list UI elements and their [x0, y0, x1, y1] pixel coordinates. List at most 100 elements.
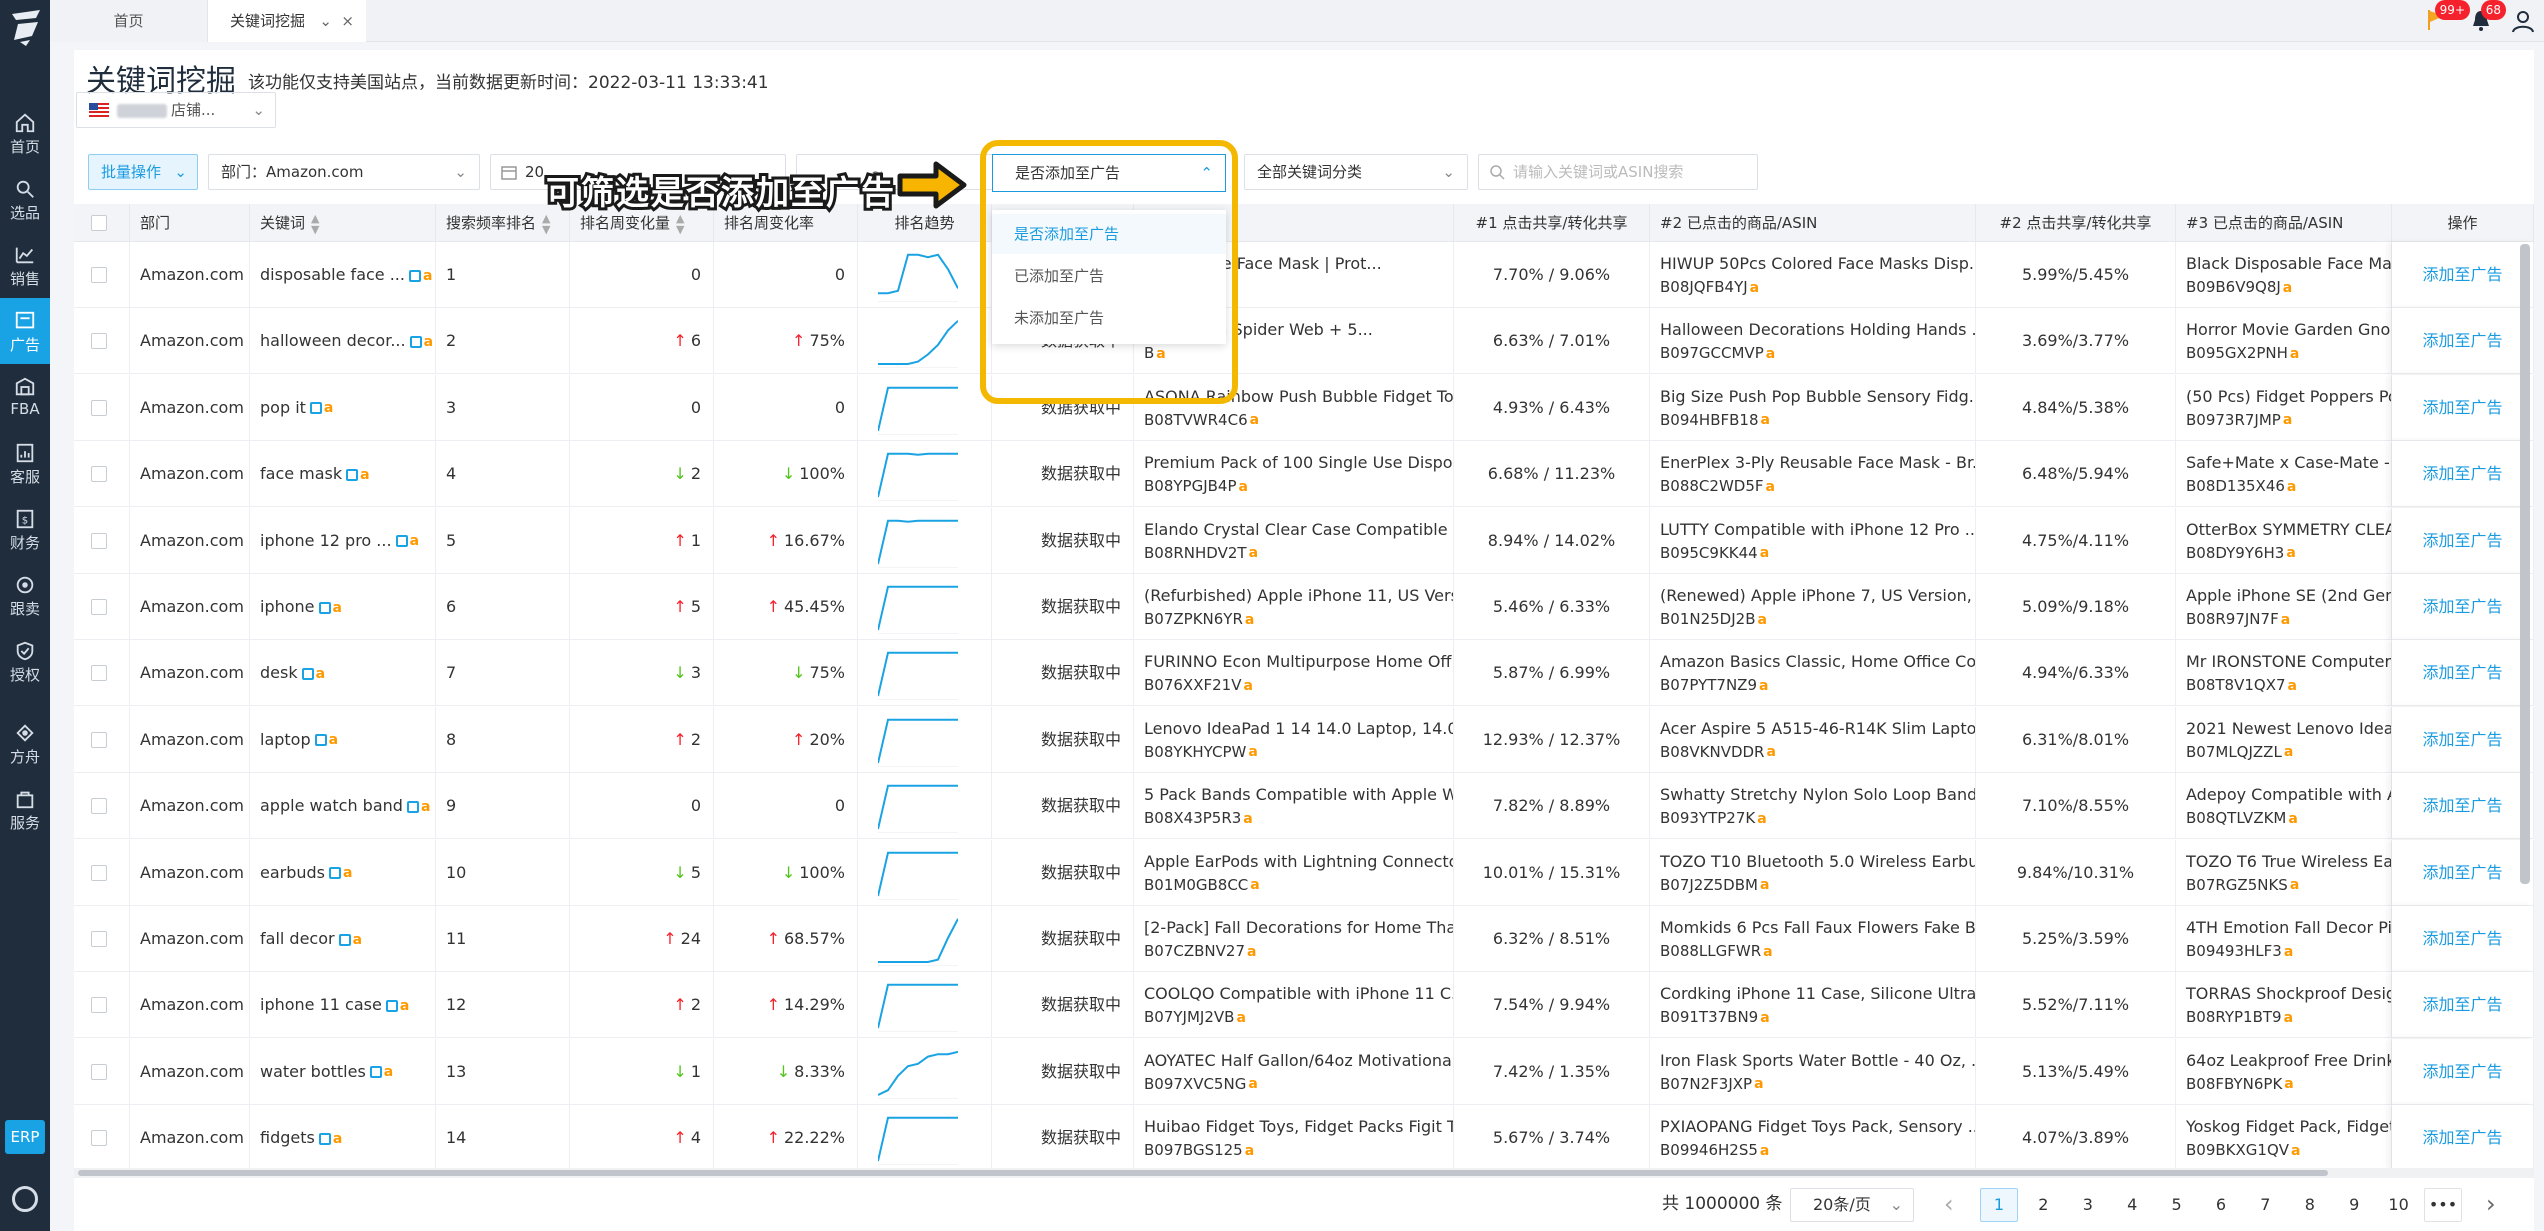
- product-3-asin[interactable]: B09B6V9Q8J: [2186, 278, 2281, 296]
- product-3-title[interactable]: 4TH Emotion Fall Decor Pillow: [2186, 918, 2391, 937]
- product-3-title[interactable]: TORRAS Shockproof Designe: [2186, 984, 2391, 1003]
- copy-icon[interactable]: [318, 1132, 331, 1145]
- table-row[interactable]: Amazon.com water bottles a 13 ↓ 1 ↓ 8.33% 数…: [74, 1038, 2534, 1105]
- row-checkbox[interactable]: [91, 599, 107, 615]
- amazon-icon[interactable]: a: [360, 442, 369, 508]
- product-1-title[interactable]: Premium Pack of 100 Single Use Dispos...: [1144, 453, 1453, 472]
- amazon-icon[interactable]: a: [1243, 678, 1252, 694]
- product-3-title[interactable]: Adepoy Compatible with App: [2186, 785, 2391, 804]
- row-checkbox[interactable]: [91, 333, 107, 350]
- add-to-ad-link[interactable]: 添加至广告: [2422, 730, 2502, 749]
- table-row[interactable]: Amazon.com iphone 12 pro ... a 5 ↑ 1 ↑ 16.6…: [74, 507, 2534, 574]
- amazon-icon[interactable]: a: [1763, 944, 1772, 960]
- copy-icon[interactable]: [346, 468, 359, 481]
- product-3-asin[interactable]: B07MLQJZZL: [2186, 743, 2282, 761]
- product-1-title[interactable]: Apple EarPods with Lightning Connecto...: [1144, 852, 1453, 871]
- product-2-asin[interactable]: B07N2F3JXP: [1660, 1075, 1752, 1093]
- amazon-icon[interactable]: a: [1754, 1076, 1763, 1092]
- amazon-icon[interactable]: a: [329, 707, 338, 773]
- amazon-icon[interactable]: a: [2284, 744, 2293, 760]
- amazon-icon[interactable]: a: [2288, 678, 2297, 694]
- table-row[interactable]: Amazon.com iphone 11 case a 12 ↑ 2 ↑ 14.29%…: [74, 972, 2534, 1039]
- product-1-asin[interactable]: B07CZBNV27: [1144, 942, 1245, 960]
- keyword-text[interactable]: water bottles: [260, 1062, 366, 1081]
- keyword-text[interactable]: iphone 12 pro ...: [260, 531, 392, 550]
- product-1-title[interactable]: AOYATEC Half Gallon/64oz Motivational...: [1144, 1051, 1453, 1070]
- page-size-select[interactable]: 20条/页 ⌄: [1790, 1188, 1914, 1222]
- vertical-scrollbar[interactable]: [2520, 244, 2530, 884]
- copy-icon[interactable]: [385, 999, 398, 1012]
- product-1-title[interactable]: 5 Pack Bands Compatible with Apple W...: [1144, 785, 1453, 804]
- amazon-icon[interactable]: a: [2281, 612, 2290, 628]
- product-3-title[interactable]: TOZO T6 True Wireless Earbu: [2186, 852, 2391, 871]
- product-1-title[interactable]: (Refurbished) Apple iPhone 11, US Versi.…: [1144, 586, 1453, 605]
- product-1-title[interactable]: Lenovo IdeaPad 1 14 14.0 Laptop, 14.0 ..…: [1144, 719, 1453, 738]
- product-3-title[interactable]: (50 Pcs) Fidget Poppers Popit: [2186, 387, 2391, 406]
- product-3-asin[interactable]: B08RYP1BT9: [2186, 1008, 2282, 1026]
- product-2-asin[interactable]: B07PYT7NZ9: [1660, 676, 1757, 694]
- page-button-4[interactable]: 4: [2113, 1188, 2152, 1222]
- product-1-asin[interactable]: B08X43P5R3: [1144, 809, 1241, 827]
- amazon-icon[interactable]: a: [1247, 944, 1256, 960]
- product-3-asin[interactable]: B07RGZ5NKS: [2186, 876, 2288, 894]
- table-row[interactable]: Amazon.com laptop a 8 ↑ 2 ↑ 20% 数据获取中 Lenov…: [74, 706, 2534, 773]
- add-to-ad-link[interactable]: 添加至广告: [2422, 464, 2502, 483]
- product-2-title[interactable]: TOZO T10 Bluetooth 5.0 Wireless Earbu...: [1660, 852, 1975, 871]
- product-3-title[interactable]: OtterBox SYMMETRY CLEAR: [2186, 520, 2391, 539]
- amazon-icon[interactable]: a: [1250, 412, 1259, 428]
- product-2-title[interactable]: EnerPlex 3-Ply Reusable Face Mask - Br..…: [1660, 453, 1975, 472]
- product-1-title[interactable]: Elando Crystal Clear Case Compatible w..…: [1144, 520, 1453, 539]
- product-2-title[interactable]: Iron Flask Sports Water Bottle - 40 Oz, …: [1660, 1051, 1975, 1070]
- product-2-title[interactable]: Acer Aspire 5 A515-46-R14K Slim Lapto...: [1660, 719, 1975, 738]
- copy-icon[interactable]: [301, 667, 314, 680]
- amazon-icon[interactable]: a: [1757, 811, 1766, 827]
- amazon-icon[interactable]: a: [324, 375, 333, 441]
- sidebar-item-5[interactable]: 客服: [0, 430, 50, 496]
- product-3-asin[interactable]: B08QTLVZKM: [2186, 809, 2286, 827]
- rank-trend-sparkline[interactable]: [878, 512, 958, 568]
- table-row[interactable]: Amazon.com face mask a 4 ↓ 2 ↓ 100% 数据获取中 P…: [74, 441, 2534, 508]
- product-3-asin[interactable]: B09493HLF3: [2186, 942, 2282, 960]
- amazon-icon[interactable]: a: [2291, 1143, 2300, 1159]
- product-2-title[interactable]: LUTTY Compatible with iPhone 12 Pro ...: [1660, 520, 1975, 539]
- product-2-title[interactable]: Amazon Basics Classic, Home Office Co...: [1660, 652, 1975, 671]
- scroll-thumb[interactable]: [78, 1170, 2328, 1176]
- rank-trend-sparkline[interactable]: [878, 246, 958, 302]
- add-to-ad-link[interactable]: 添加至广告: [2422, 796, 2502, 815]
- product-3-asin[interactable]: B0973R7JMP: [2186, 411, 2281, 429]
- product-1-asin[interactable]: B08RNHDV2T: [1144, 544, 1247, 562]
- product-1-title[interactable]: COOLQO Compatible with iPhone 11 C...: [1144, 984, 1453, 1003]
- product-3-asin[interactable]: B08D135X46: [2186, 477, 2285, 495]
- amazon-icon[interactable]: a: [424, 309, 433, 375]
- select-all-checkbox[interactable]: [91, 215, 107, 231]
- amazon-icon[interactable]: a: [1759, 678, 1768, 694]
- amazon-icon[interactable]: a: [2284, 1076, 2293, 1092]
- amazon-icon[interactable]: a: [1250, 877, 1259, 893]
- product-2-asin[interactable]: B088LLGFWR: [1660, 942, 1761, 960]
- chevron-down-icon[interactable]: ⌄: [319, 0, 332, 42]
- amazon-icon[interactable]: a: [2284, 944, 2293, 960]
- row-checkbox[interactable]: [91, 665, 107, 682]
- copy-icon[interactable]: [406, 800, 419, 813]
- sidebar-item-8[interactable]: 授权: [0, 628, 50, 694]
- product-3-title[interactable]: Horror Movie Garden Gnome: [2186, 320, 2391, 339]
- copy-icon[interactable]: [369, 1066, 382, 1079]
- amazon-icon[interactable]: a: [333, 575, 342, 641]
- product-2-asin[interactable]: B094HBFB18: [1660, 411, 1759, 429]
- sidebar-item-0[interactable]: 首页: [0, 100, 50, 166]
- add-to-ad-link[interactable]: 添加至广告: [2422, 331, 2502, 350]
- keyword-text[interactable]: iphone: [260, 597, 315, 616]
- add-to-ad-link[interactable]: 添加至广告: [2422, 531, 2502, 550]
- sidebar-item-7[interactable]: 跟卖: [0, 562, 50, 628]
- prev-page-button[interactable]: ‹: [1944, 1186, 1954, 1222]
- amazon-icon[interactable]: a: [423, 243, 432, 309]
- amazon-icon[interactable]: a: [2288, 811, 2297, 827]
- amazon-icon[interactable]: a: [1760, 877, 1769, 893]
- product-1-asin[interactable]: B08TVWR4C6: [1144, 411, 1248, 429]
- product-1-asin[interactable]: B07YJMJ2VB: [1144, 1008, 1234, 1026]
- sort-icon[interactable]: ▲ ▼: [676, 213, 684, 235]
- erp-button[interactable]: ERP: [5, 1120, 45, 1154]
- product-2-title[interactable]: Momkids 6 Pcs Fall Faux Flowers Fake B..…: [1660, 918, 1975, 937]
- keyword-text[interactable]: disposable face ...: [260, 265, 405, 284]
- rank-trend-sparkline[interactable]: [878, 976, 958, 1033]
